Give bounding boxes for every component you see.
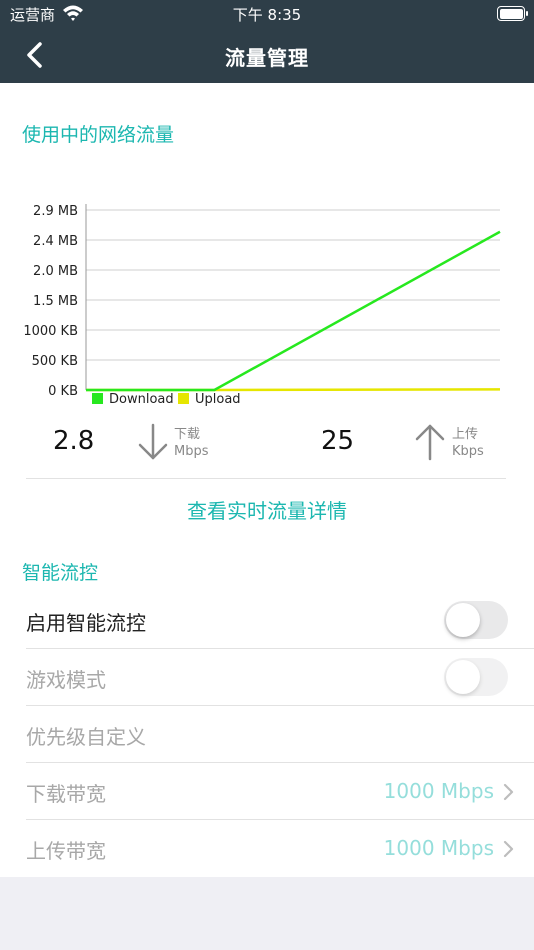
arrow-up-icon bbox=[415, 424, 445, 461]
download-bandwidth-label: 下载带宽 bbox=[26, 782, 106, 806]
chevron-right-icon bbox=[503, 840, 514, 858]
priority-custom-row[interactable]: 优先级自定义 bbox=[0, 706, 534, 763]
chevron-right-icon bbox=[503, 783, 514, 801]
y-tick-label: 500 KB bbox=[32, 354, 78, 369]
upload-bandwidth-label: 上传带宽 bbox=[26, 839, 106, 863]
game-mode-row: 游戏模式 bbox=[0, 649, 534, 706]
legend-label-download: Download bbox=[109, 392, 174, 407]
enable-smart-control-row: 启用智能流控 bbox=[0, 592, 534, 649]
navigation-bar: 流量管理 bbox=[0, 28, 534, 83]
legend-label-upload: Upload bbox=[195, 392, 241, 407]
divider bbox=[26, 478, 506, 479]
y-tick-label: 2.0 MB bbox=[33, 264, 78, 279]
series-line-download bbox=[86, 230, 501, 392]
enable-smart-control-toggle[interactable] bbox=[444, 601, 508, 639]
download-speed-unit: Mbps bbox=[174, 444, 209, 459]
download-speed-label: 下载 bbox=[174, 427, 201, 442]
status-bar: 运营商 下午 8:35 bbox=[0, 0, 534, 28]
y-tick-label: 0 KB bbox=[48, 384, 78, 399]
page-title: 流量管理 bbox=[225, 46, 309, 70]
download-bandwidth-row[interactable]: 下载带宽 1000 Mbps bbox=[0, 763, 534, 820]
traffic-chart: 2.9 MB 2.4 MB 2.0 MB 1.5 MB 1000 KB 500 KB 0 K… bbox=[0, 198, 534, 413]
upload-bandwidth-row[interactable]: 上传带宽 1000 Mbps bbox=[0, 820, 534, 877]
game-mode-toggle[interactable] bbox=[444, 658, 508, 696]
download-speed-value: 2.8 bbox=[53, 426, 95, 456]
upload-speed-label: 上传 bbox=[452, 427, 479, 442]
battery-icon bbox=[497, 6, 528, 21]
top-bar: 运营商 下午 8:35 流量管理 bbox=[0, 0, 534, 83]
legend-swatch-upload bbox=[178, 393, 189, 404]
upload-bandwidth-value: 1000 Mbps bbox=[383, 836, 494, 860]
y-tick-label: 1.5 MB bbox=[33, 294, 78, 309]
y-tick-label: 2.4 MB bbox=[33, 234, 78, 249]
smart-control-section-title: 智能流控 bbox=[22, 562, 99, 584]
traffic-line-chart: 2.9 MB 2.4 MB 2.0 MB 1.5 MB 1000 KB 500 KB 0 K… bbox=[23, 204, 501, 407]
status-time: 下午 8:35 bbox=[232, 6, 302, 24]
arrow-down-icon bbox=[138, 423, 168, 460]
legend-swatch-download bbox=[92, 393, 103, 404]
enable-smart-control-label: 启用智能流控 bbox=[26, 611, 146, 635]
speed-readout: 2.8 下载 Mbps 25 上传 Kbps bbox=[0, 416, 534, 466]
main-content: 使用中的网络流量 2.9 MB 2.4 MB 2.0 MB 1.5 MB 1000 KB… bbox=[0, 83, 534, 877]
view-realtime-detail-link[interactable]: 查看实时流量详情 bbox=[0, 495, 534, 524]
upload-speed-value: 25 bbox=[321, 426, 355, 456]
usage-section-title: 使用中的网络流量 bbox=[22, 124, 175, 146]
upload-speed-unit: Kbps bbox=[452, 444, 484, 459]
priority-custom-label: 优先级自定义 bbox=[26, 725, 146, 749]
game-mode-label: 游戏模式 bbox=[26, 668, 106, 692]
download-bandwidth-value: 1000 Mbps bbox=[383, 779, 494, 803]
y-tick-label: 2.9 MB bbox=[33, 204, 78, 219]
y-tick-label: 1000 KB bbox=[23, 324, 78, 339]
